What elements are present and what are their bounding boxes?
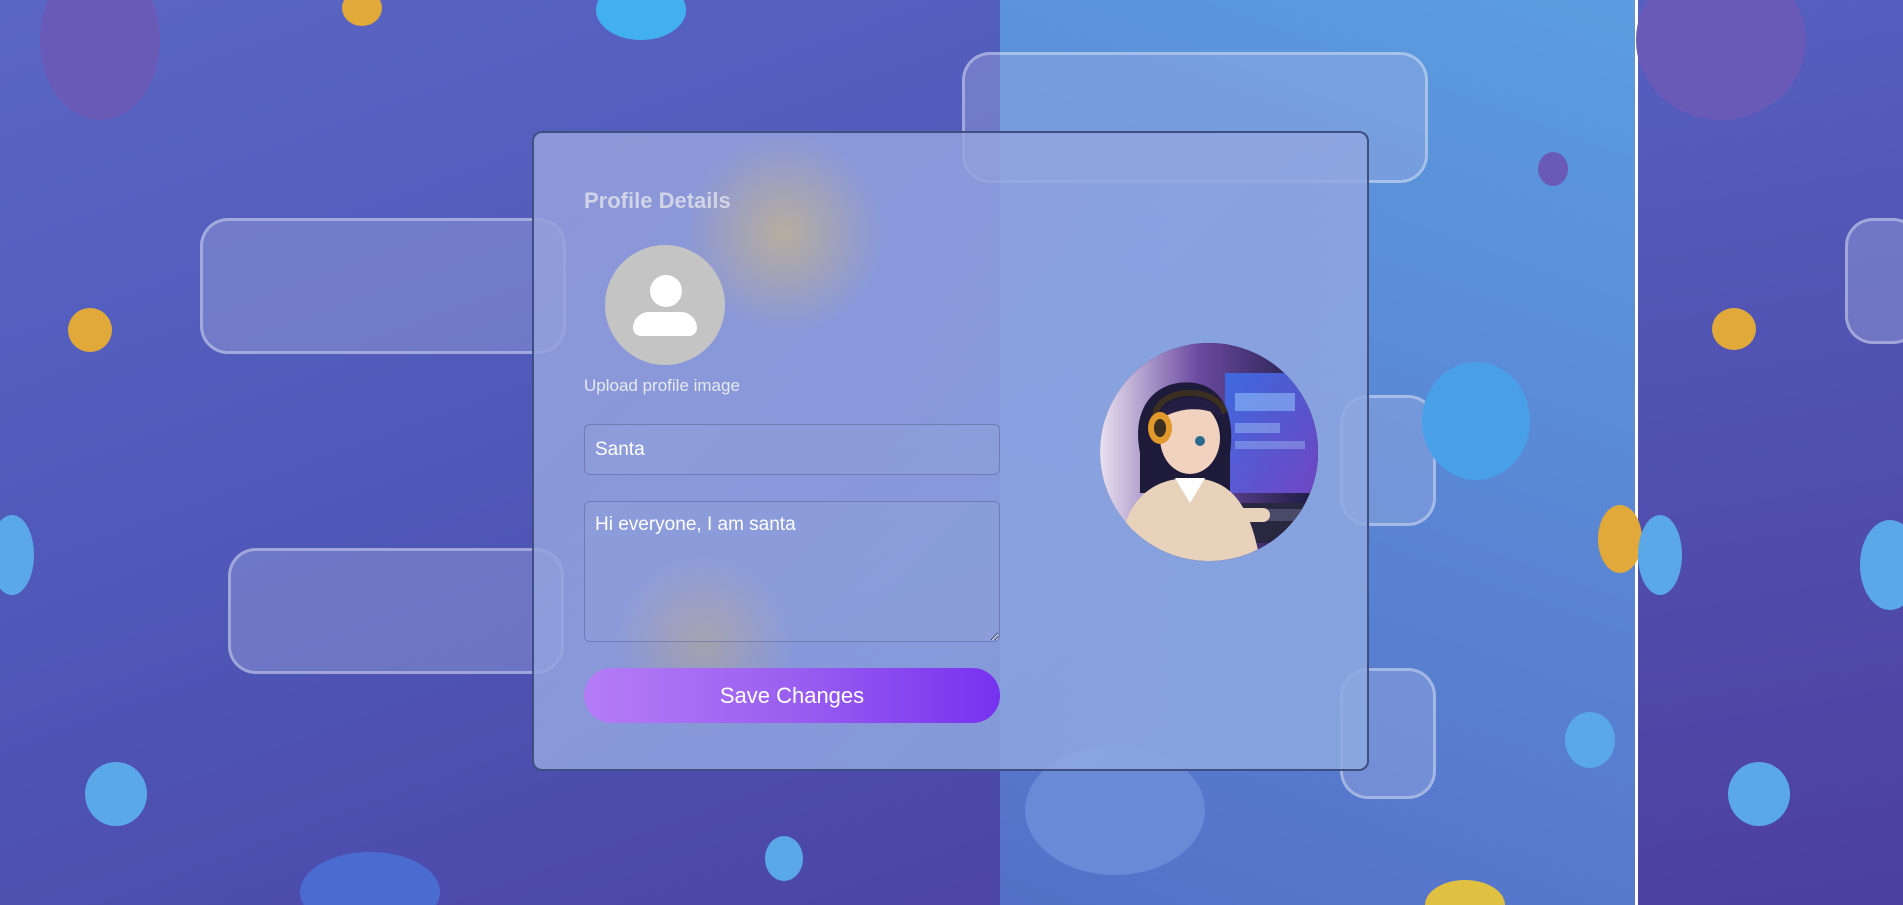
- decorative-blob: [1638, 515, 1682, 595]
- decorative-blob: [300, 852, 440, 905]
- avatar-head-shape: [650, 275, 682, 307]
- vertical-divider: [1635, 0, 1638, 905]
- decorative-blob: [1538, 152, 1568, 186]
- decorative-blob: [68, 308, 112, 352]
- name-input[interactable]: [584, 424, 1000, 475]
- profile-details-card: Profile Details Upload profile image Sav…: [532, 131, 1369, 771]
- decorative-bubble: [200, 218, 566, 354]
- decorative-blob: [1598, 505, 1642, 573]
- decorative-blob: [1422, 362, 1530, 480]
- anime-girl-headphones-icon: [1100, 343, 1318, 561]
- decorative-bubble: [1845, 218, 1903, 344]
- decorative-blob: [40, 0, 160, 120]
- decorative-blob: [0, 515, 34, 595]
- profile-photo: [1100, 343, 1318, 561]
- decorative-blob: [1712, 308, 1756, 350]
- avatar-body-shape: [633, 312, 697, 336]
- upload-profile-image-label[interactable]: Upload profile image: [584, 376, 740, 396]
- decorative-bubble: [228, 548, 564, 674]
- decorative-blob: [1565, 712, 1615, 768]
- bio-textarea[interactable]: [584, 501, 1000, 642]
- user-silhouette-icon[interactable]: [605, 245, 725, 365]
- decorative-blob: [596, 0, 686, 40]
- save-changes-button[interactable]: Save Changes: [584, 668, 1000, 723]
- page-title: Profile Details: [584, 188, 731, 213]
- decorative-blob: [765, 836, 803, 881]
- decorative-blob: [342, 0, 382, 26]
- decorative-blob: [1728, 762, 1790, 826]
- decorative-blob: [85, 762, 147, 826]
